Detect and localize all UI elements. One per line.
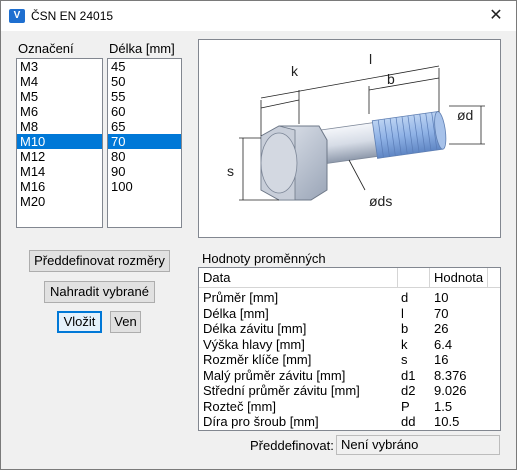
designation-list-item[interactable]: M4	[17, 74, 102, 89]
cell-name: Rozměr klíče [mm]	[203, 352, 312, 367]
cell-name: Díra pro šroub [mm]	[203, 414, 319, 429]
table-row[interactable]: Rozměr klíče [mm] s 16	[199, 352, 500, 367]
cell-symbol: s	[401, 352, 408, 367]
dim-k-label: k	[291, 63, 299, 79]
predefine-dimensions-button[interactable]: Předdefinovat rozměry	[29, 250, 170, 272]
window-title: ČSN EN 24015	[31, 9, 114, 23]
cell-value: 10.5	[434, 414, 460, 429]
length-list-item[interactable]: 60	[108, 104, 181, 119]
designation-listbox[interactable]: M3 M4 M5 M6 M8 M10 M12 M14 M16 M20	[16, 58, 103, 228]
table-row[interactable]: Díra pro šroub [mm] dd 10.5	[199, 414, 500, 429]
header-symbol[interactable]	[398, 268, 430, 288]
table-row[interactable]: Délka [mm] l 70	[199, 306, 500, 321]
length-list-item[interactable]: 50	[108, 74, 181, 89]
table-header: Data Hodnota	[199, 268, 500, 288]
length-list-item[interactable]: 70	[108, 134, 181, 149]
dim-s-label: s	[227, 163, 234, 179]
length-list-item[interactable]: 80	[108, 149, 181, 164]
cell-name: Délka [mm]	[203, 305, 269, 321]
cell-name: Délka závitu [mm]	[203, 321, 307, 336]
app-icon: V	[9, 9, 25, 23]
cell-symbol: P	[401, 398, 410, 414]
table-row[interactable]: Rozteč [mm] P 1.5	[199, 399, 500, 414]
length-listbox[interactable]: 45 50 55 60 65 70 80 90 100	[107, 58, 182, 228]
length-list-item[interactable]: 100	[108, 179, 181, 194]
insert-button[interactable]: Vložit	[57, 311, 102, 333]
cell-symbol: k	[401, 336, 408, 352]
designation-label: Označení	[18, 41, 74, 56]
designation-list-item[interactable]: M6	[17, 104, 102, 119]
cell-value: 6.4	[434, 336, 453, 352]
length-list-item[interactable]: 45	[108, 59, 181, 74]
length-label: Délka [mm]	[109, 41, 175, 56]
dim-d-label: ød	[457, 107, 473, 123]
dim-ds-label: øds	[369, 193, 392, 209]
cell-symbol: b	[401, 321, 409, 336]
predefined-field[interactable]: Není vybráno	[336, 435, 500, 455]
length-list-item[interactable]: 55	[108, 89, 181, 104]
table-row[interactable]: Malý průměr závitu [mm] d1 8.376	[199, 368, 500, 383]
table-row[interactable]: Délka závitu [mm] b 26	[199, 321, 500, 336]
length-list-item[interactable]: 90	[108, 164, 181, 179]
bolt-drawing: l k b s ød øds	[198, 39, 501, 238]
cell-name: Výška hlavy [mm]	[203, 336, 305, 352]
designation-list-item[interactable]: M20	[17, 194, 102, 209]
title-bar: V ČSN EN 24015 ✕	[1, 1, 516, 31]
designation-list-item[interactable]: M14	[17, 164, 102, 179]
length-list-item[interactable]: 65	[108, 119, 181, 134]
cell-symbol: l	[401, 305, 404, 321]
designation-list-item[interactable]: M16	[17, 179, 102, 194]
designation-list-item[interactable]: M8	[17, 119, 102, 134]
cell-value: 70	[434, 305, 449, 321]
variables-label: Hodnoty proměnných	[202, 251, 326, 266]
designation-list-item[interactable]: M3	[17, 59, 102, 74]
predefined-label: Předdefinovat:	[250, 438, 334, 453]
cell-value: 8.376	[434, 367, 467, 383]
dim-b-label: b	[387, 71, 395, 87]
header-value[interactable]: Hodnota	[430, 268, 488, 288]
cell-name: Rozteč [mm]	[203, 398, 276, 414]
cell-symbol: d	[401, 290, 409, 305]
table-row[interactable]: Výška hlavy [mm] k 6.4	[199, 337, 500, 352]
dialog-window: V ČSN EN 24015 ✕ Označení Délka [mm] M3 M…	[0, 0, 517, 470]
cell-symbol: d2	[401, 383, 416, 398]
cell-value: 26	[434, 321, 449, 336]
replace-selected-button[interactable]: Nahradit vybrané	[44, 281, 155, 303]
close-icon[interactable]: ✕	[476, 1, 516, 31]
exit-button[interactable]: Ven	[110, 311, 141, 333]
variables-table[interactable]: Data Hodnota Průměr [mm] d 10 Délka [mm] l 70…	[198, 267, 501, 431]
dim-l-label: l	[369, 51, 372, 67]
cell-value: 16	[434, 352, 449, 367]
table-row[interactable]: Průměr [mm] d 10	[199, 290, 500, 305]
cell-name: Malý průměr závitu [mm]	[203, 367, 346, 383]
designation-list-item[interactable]: M5	[17, 89, 102, 104]
cell-value: 9.026	[434, 383, 467, 398]
cell-symbol: d1	[401, 367, 416, 383]
cell-value: 1.5	[434, 398, 453, 414]
cell-value: 10	[434, 290, 449, 305]
header-data[interactable]: Data	[199, 268, 398, 288]
cell-name: Průměr [mm]	[203, 290, 279, 305]
cell-symbol: dd	[401, 414, 416, 429]
bolt-diagram: l k b s ød øds	[227, 51, 485, 209]
cell-name: Střední průměr závitu [mm]	[203, 383, 360, 398]
designation-list-item[interactable]: M10	[17, 134, 102, 149]
designation-list-item[interactable]: M12	[17, 149, 102, 164]
table-row[interactable]: Střední průměr závitu [mm] d2 9.026	[199, 383, 500, 398]
